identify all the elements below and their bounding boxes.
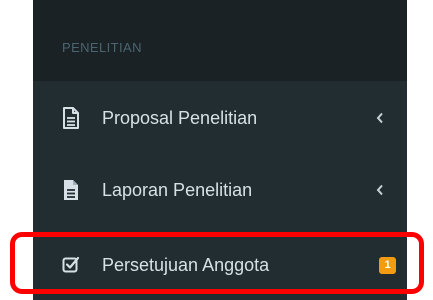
sidebar-item-label: Proposal Penelitian xyxy=(102,107,258,128)
chevron-left-icon xyxy=(375,111,385,125)
screenshot-stage: PENELITIAN Proposal Penelitian Laporan P… xyxy=(0,0,433,300)
check-square-icon xyxy=(61,253,81,277)
sidebar-item-label: Laporan Penelitian xyxy=(102,179,253,200)
sidebar-item-proposal-penelitian[interactable]: Proposal Penelitian xyxy=(33,81,407,155)
sidebar-item-persetujuan-anggota[interactable]: Persetujuan Anggota 1 xyxy=(33,228,407,300)
file-text-solid-icon xyxy=(61,178,81,202)
chevron-left-icon xyxy=(375,183,385,197)
sidebar-item-label: Persetujuan Anggota xyxy=(102,254,270,275)
sidebar-item-laporan-penelitian[interactable]: Laporan Penelitian xyxy=(33,153,407,227)
file-text-outline-icon xyxy=(61,106,81,130)
sidebar-section-header: PENELITIAN xyxy=(33,10,407,81)
sidebar-menu: PENELITIAN Proposal Penelitian Laporan P… xyxy=(33,0,407,300)
notification-badge: 1 xyxy=(379,256,396,274)
